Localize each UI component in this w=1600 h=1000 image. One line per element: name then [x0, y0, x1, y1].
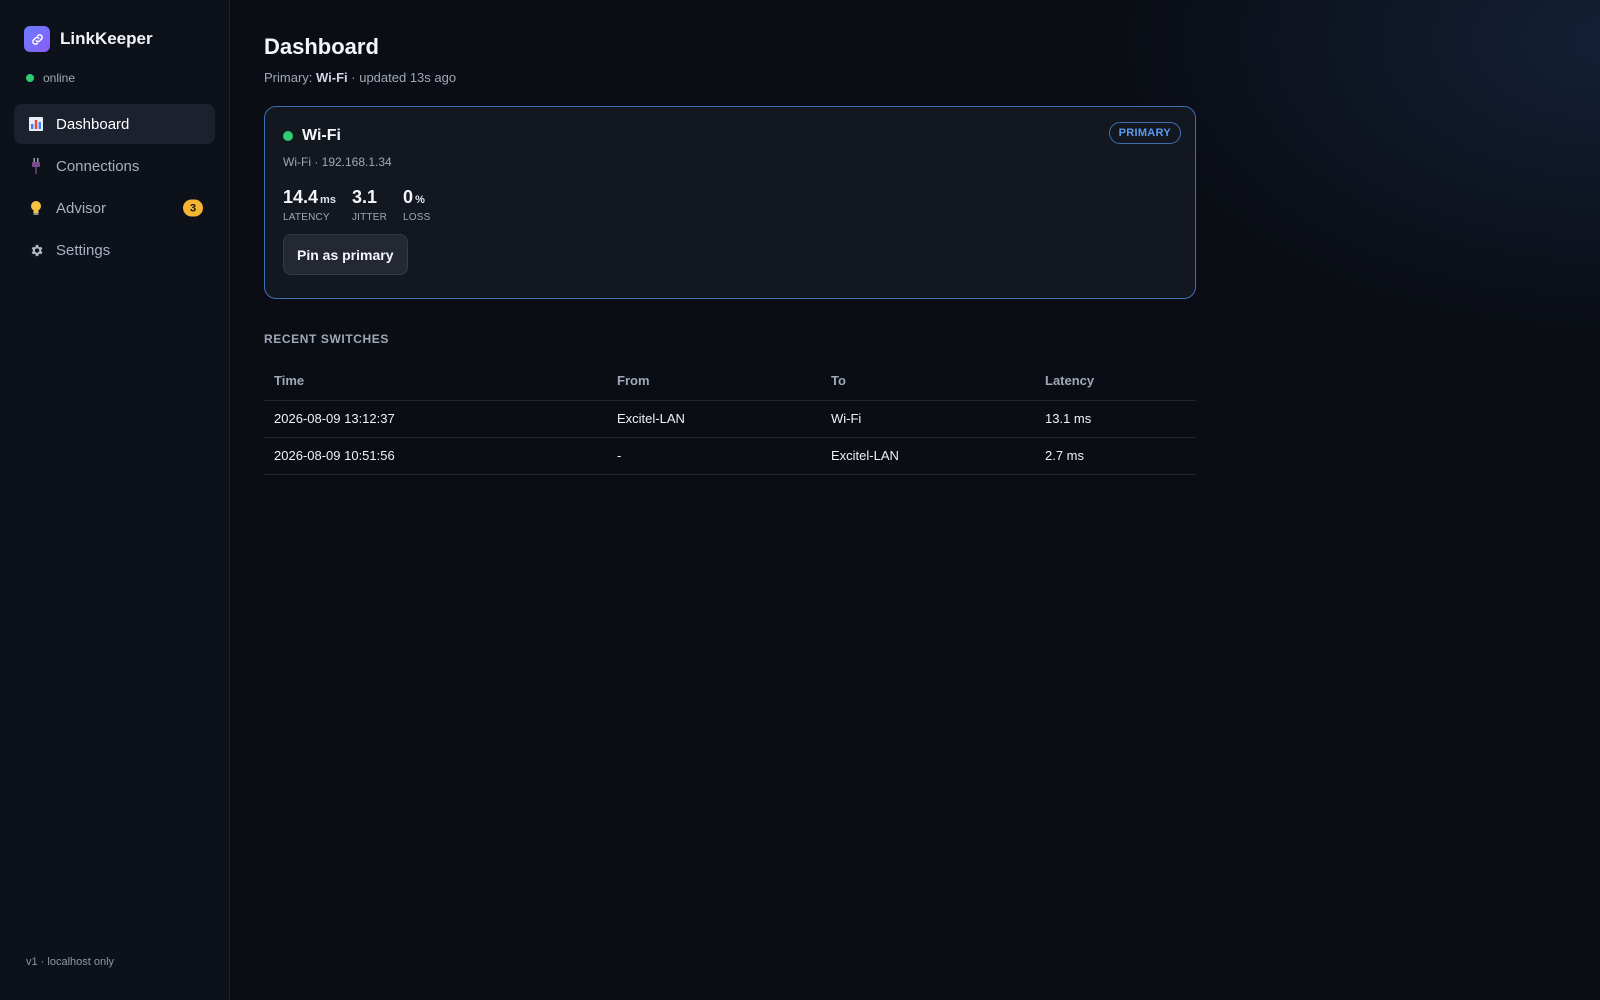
cell-time: 2026-08-09 10:51:56	[264, 437, 607, 475]
recent-switches-title: RECENT SWITCHES	[264, 332, 390, 346]
bar-chart-icon	[28, 116, 44, 132]
connection-status: online	[14, 71, 215, 85]
pin-as-primary-button[interactable]: Pin as primary	[283, 234, 408, 275]
column-header-time: Time	[264, 362, 607, 401]
metric-unit: ms	[320, 194, 336, 206]
cell-latency: 2.7 ms	[1035, 437, 1196, 475]
main-content: Dashboard Primary: Wi-Fi · updated 13s a…	[230, 0, 1600, 1000]
gear-icon	[28, 242, 44, 258]
sidebar-item-advisor[interactable]: Advisor 3	[14, 188, 215, 228]
table-row: 2026-08-09 13:12:37 Excitel-LAN Wi-Fi 13…	[264, 400, 1196, 438]
cell-time: 2026-08-09 13:12:37	[264, 400, 607, 438]
sidebar-item-connections[interactable]: Connections	[14, 146, 215, 186]
column-header-to: To	[821, 362, 1035, 401]
card-header: Wi-Fi	[283, 127, 1177, 145]
sidebar-item-label: Connections	[56, 157, 140, 175]
sidebar-item-dashboard[interactable]: Dashboard	[14, 104, 215, 144]
link-icon	[24, 26, 50, 52]
cell-from: Excitel-LAN	[607, 400, 821, 438]
metrics: 14.4 ms LATENCY 3.1 JITTER 0% LOSS	[283, 187, 1177, 223]
advisor-count-badge: 3	[183, 199, 203, 217]
sidebar-item-label: Settings	[56, 241, 111, 259]
status-dot	[26, 74, 34, 82]
sidebar: LinkKeeper online Dashboard Connections …	[0, 0, 230, 1000]
metric-value: 0	[403, 187, 414, 207]
cell-to: Wi-Fi	[821, 400, 1035, 438]
column-header-from: From	[607, 362, 821, 401]
table-row: 2026-08-09 10:51:56 - Excitel-LAN 2.7 ms	[264, 437, 1196, 475]
sidebar-item-label: Advisor	[56, 199, 107, 217]
metric-label: LOSS	[403, 212, 431, 223]
cell-from: -	[607, 437, 821, 475]
sidebar-item-settings[interactable]: Settings	[14, 230, 215, 270]
metric-label: JITTER	[351, 212, 388, 223]
connection-name: Wi-Fi	[302, 127, 341, 144]
page-title: Dashboard	[264, 34, 379, 59]
primary-badge: PRIMARY	[1108, 122, 1181, 144]
version-footer: v1 · localhost only	[26, 956, 115, 968]
metric-label: LATENCY	[283, 212, 330, 223]
app-name: LinkKeeper	[60, 29, 153, 48]
metric-value: 3.1	[351, 187, 377, 207]
cell-to: Excitel-LAN	[821, 437, 1035, 475]
metric-loss: 0% LOSS	[403, 187, 430, 223]
table-header-row: Time From To Latency	[264, 362, 1196, 401]
subtitle-prefix: Primary:	[264, 70, 316, 85]
recent-switches-table: Time From To Latency 2026-08-09 13:12:37…	[264, 362, 1196, 475]
subtitle-primary: Wi-Fi	[316, 70, 348, 85]
cell-latency: 13.1 ms	[1035, 400, 1196, 438]
primary-connection-card: Wi-Fi PRIMARY Wi-Fi · 192.168.1.34 14.4 m…	[264, 106, 1196, 299]
lightbulb-icon	[28, 200, 44, 216]
connection-status-dot	[283, 131, 293, 141]
plug-icon	[28, 158, 44, 174]
brand: LinkKeeper	[14, 0, 215, 52]
app-window: LinkKeeper online Dashboard Connections …	[0, 0, 1600, 1000]
column-header-latency: Latency	[1035, 362, 1196, 401]
page-subtitle: Primary: Wi-Fi · updated 13s ago	[264, 70, 1600, 85]
sidebar-nav: Dashboard Connections Advisor 3 Settings	[14, 104, 215, 270]
metric-latency: 14.4 ms LATENCY	[283, 187, 336, 223]
sidebar-item-label: Dashboard	[56, 115, 130, 133]
metric-jitter: 3.1 JITTER	[352, 187, 387, 223]
status-text: online	[43, 71, 76, 85]
subtitle-suffix: · updated 13s ago	[347, 70, 457, 85]
metric-unit: %	[415, 194, 425, 206]
connection-details: Wi-Fi · 192.168.1.34	[283, 155, 392, 169]
metric-value: 14.4	[283, 187, 319, 207]
